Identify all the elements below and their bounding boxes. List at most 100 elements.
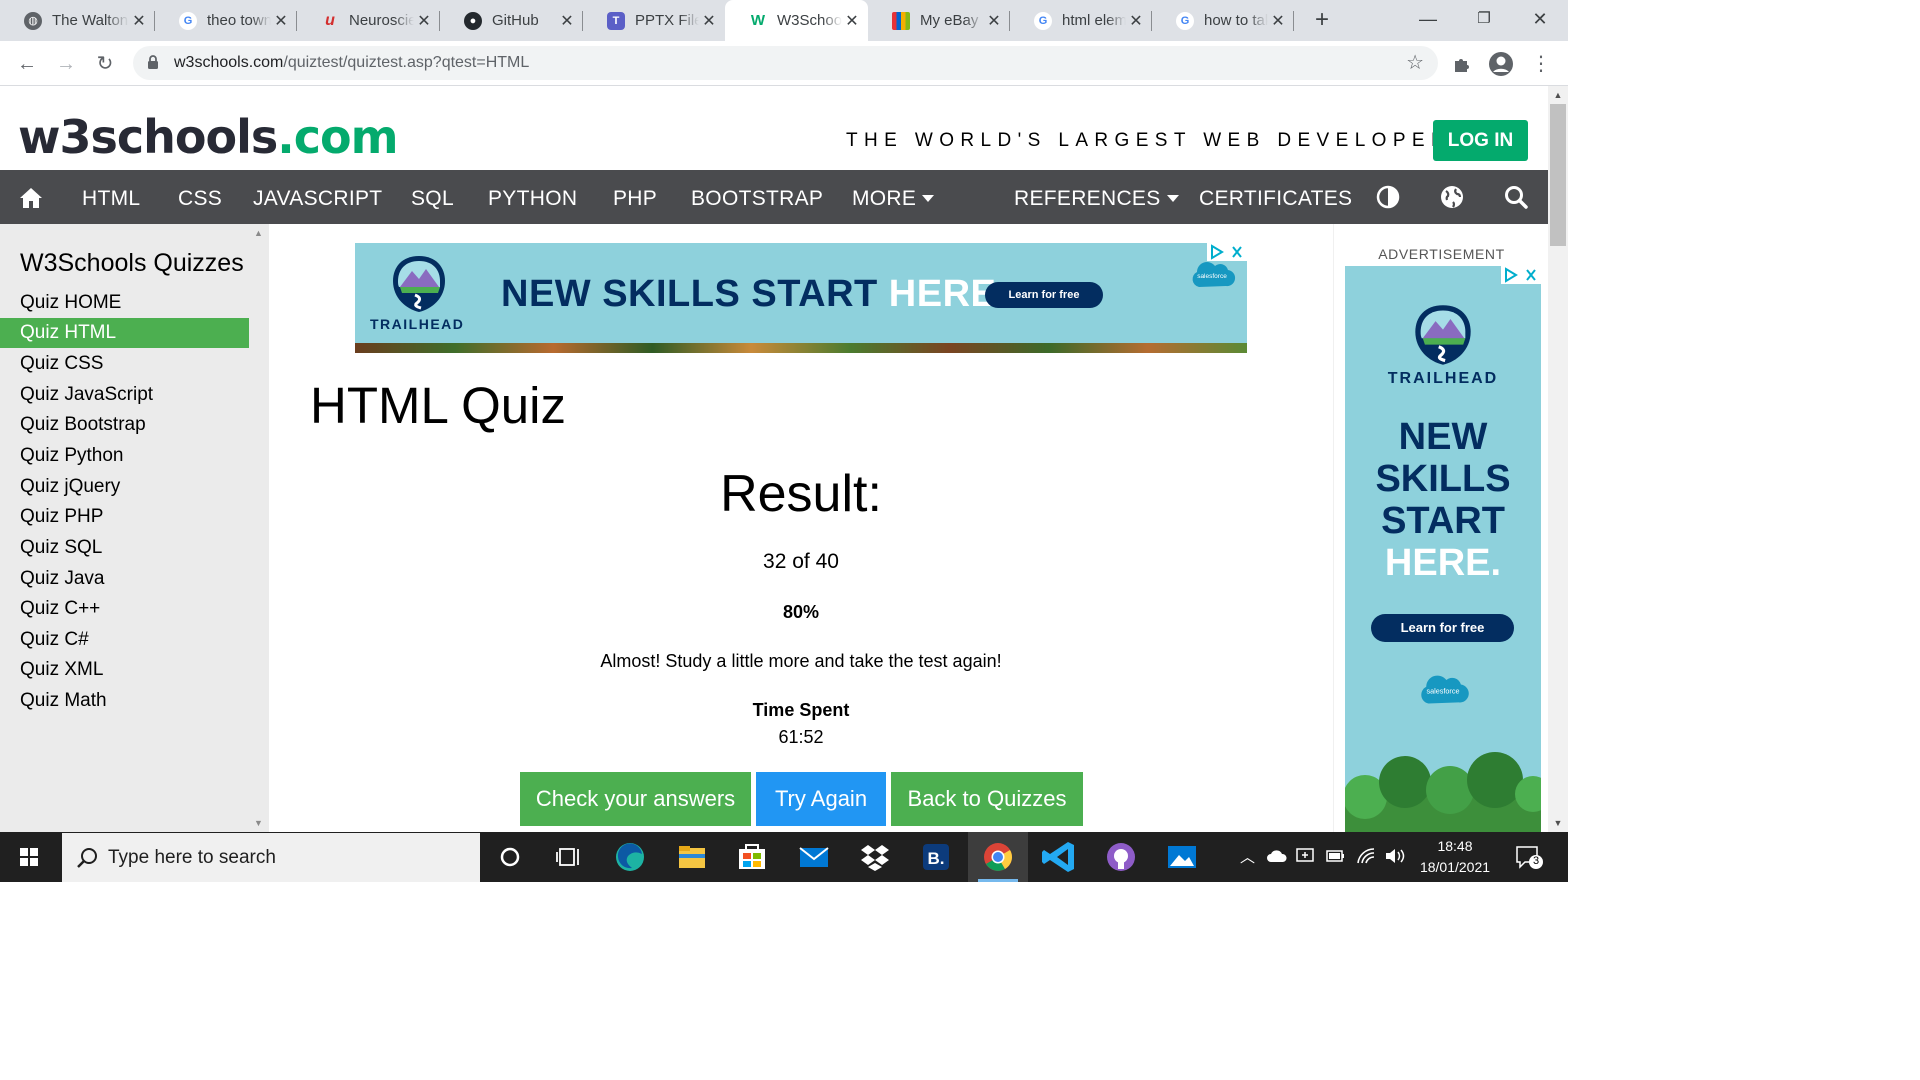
- nav-html[interactable]: HTML: [82, 170, 140, 224]
- tab-close-icon[interactable]: ✕: [129, 11, 149, 31]
- nav-css[interactable]: CSS: [178, 170, 222, 224]
- tab-close-icon[interactable]: ✕: [984, 11, 1004, 31]
- nav-certificates[interactable]: CERTIFICATES: [1199, 170, 1352, 224]
- tab-close-icon[interactable]: ✕: [699, 11, 719, 31]
- scroll-down-icon[interactable]: ▼: [1548, 818, 1568, 828]
- browser-tab[interactable]: ● GitHub ✕: [440, 0, 583, 41]
- page-scrollbar[interactable]: ▲ ▼: [1548, 86, 1568, 832]
- try-again-button[interactable]: Try Again: [756, 772, 886, 826]
- search-icon[interactable]: [1503, 184, 1529, 210]
- photos-icon[interactable]: [1152, 832, 1212, 882]
- nav-javascript[interactable]: JAVASCRIPT: [253, 170, 382, 224]
- score-percent: 80%: [782, 602, 820, 622]
- browser-tab-active[interactable]: W W3Schools ✕: [725, 0, 868, 41]
- tab-close-icon[interactable]: ✕: [557, 11, 577, 31]
- browser-tab[interactable]: T PPTX File ✕: [583, 0, 725, 41]
- sidebar-item-quiz-javascript[interactable]: Quiz JavaScript: [0, 380, 249, 410]
- tab-close-icon[interactable]: ✕: [842, 11, 862, 31]
- back-to-quizzes-button[interactable]: Back to Quizzes: [891, 772, 1083, 826]
- nav-python[interactable]: PYTHON: [488, 170, 577, 224]
- cortana-icon[interactable]: [480, 832, 540, 882]
- display-settings-icon[interactable]: [1296, 847, 1316, 865]
- scroll-up-icon[interactable]: ▲: [254, 228, 263, 238]
- notification-center-icon[interactable]: 3: [1514, 843, 1544, 871]
- login-button[interactable]: LOG IN: [1433, 120, 1528, 161]
- edge-browser-icon[interactable]: [600, 832, 660, 882]
- github-desktop-icon[interactable]: [1091, 832, 1151, 882]
- scrollbar-thumb[interactable]: [1550, 104, 1566, 246]
- check-answers-button[interactable]: Check your answers: [520, 772, 751, 826]
- extensions-puzzle-icon[interactable]: [1449, 51, 1475, 77]
- ad-choices-icon[interactable]: [1501, 266, 1541, 284]
- w3schools-logo[interactable]: w3schools.com: [18, 110, 399, 164]
- top-banner-ad[interactable]: TRAILHEAD NEW SKILLS START HERE. Learn f…: [355, 243, 1247, 353]
- bookmark-star-icon[interactable]: ☆: [1406, 50, 1424, 75]
- nav-php[interactable]: PHP: [613, 170, 657, 224]
- tab-close-icon[interactable]: ✕: [271, 11, 291, 31]
- sidebar-item-quiz-html[interactable]: Quiz HTML: [0, 318, 249, 348]
- forward-arrow-icon[interactable]: →: [51, 49, 81, 79]
- sidebar-item-quiz-csharp[interactable]: Quiz C#: [0, 625, 249, 655]
- dropbox-icon[interactable]: [845, 832, 905, 882]
- browser-tab[interactable]: ◍ The Walton ✕: [0, 0, 155, 41]
- tab-close-icon[interactable]: ✕: [414, 11, 434, 31]
- dark-mode-toggle-icon[interactable]: [1375, 184, 1401, 210]
- sidebar-item-quiz-php[interactable]: Quiz PHP: [0, 502, 249, 532]
- tab-close-icon[interactable]: ✕: [1126, 11, 1146, 31]
- nav-sql[interactable]: SQL: [411, 170, 454, 224]
- microsoft-store-icon[interactable]: [722, 832, 782, 882]
- show-hidden-icons-icon[interactable]: ︿: [1240, 846, 1255, 867]
- result-message: Almost! Study a little more and take the…: [600, 651, 1002, 671]
- sidebar-item-quiz-math[interactable]: Quiz Math: [0, 686, 249, 716]
- file-explorer-icon[interactable]: [662, 832, 722, 882]
- sidebar-item-quiz-home[interactable]: Quiz HOME: [0, 288, 249, 318]
- sidebar-item-quiz-bootstrap[interactable]: Quiz Bootstrap: [0, 410, 249, 440]
- nav-bootstrap[interactable]: BOOTSTRAP: [691, 170, 823, 224]
- side-banner-ad[interactable]: TRAILHEAD NEW SKILLS START HERE. Learn f…: [1345, 266, 1541, 832]
- nav-references[interactable]: REFERENCES: [1014, 170, 1179, 224]
- reload-icon[interactable]: ↻: [90, 49, 120, 79]
- vscode-icon[interactable]: [1030, 832, 1090, 882]
- back-arrow-icon[interactable]: ←: [12, 49, 42, 79]
- minimize-icon[interactable]: —: [1400, 4, 1456, 34]
- sidebar-item-quiz-cpp[interactable]: Quiz C++: [0, 594, 249, 624]
- mail-icon[interactable]: [784, 832, 844, 882]
- onedrive-cloud-icon[interactable]: [1266, 848, 1288, 864]
- nav-more[interactable]: MORE: [852, 170, 935, 224]
- restore-icon[interactable]: ❐: [1456, 4, 1512, 34]
- window-close-icon[interactable]: ✕: [1512, 4, 1568, 34]
- scroll-up-icon[interactable]: ▲: [1548, 90, 1568, 100]
- booking-app-icon[interactable]: B.: [906, 832, 966, 882]
- tab-close-icon[interactable]: ✕: [1268, 11, 1288, 31]
- profile-avatar-icon[interactable]: [1488, 51, 1514, 77]
- ad-choices-icon[interactable]: [1207, 243, 1247, 261]
- sidebar-item-quiz-sql[interactable]: Quiz SQL: [0, 533, 249, 563]
- browser-tab[interactable]: G theo town ✕: [155, 0, 297, 41]
- result-heading: Result:: [720, 465, 882, 523]
- browser-tab[interactable]: My eBay ✕: [868, 0, 1010, 41]
- windows-start-icon[interactable]: [0, 832, 58, 882]
- sidebar-item-quiz-python[interactable]: Quiz Python: [0, 441, 249, 471]
- ad-cta-button[interactable]: Learn for free: [985, 282, 1103, 308]
- sidebar-item-quiz-java[interactable]: Quiz Java: [0, 564, 249, 594]
- sidebar-item-quiz-css[interactable]: Quiz CSS: [0, 349, 249, 379]
- chrome-menu-icon[interactable]: ⋮: [1528, 51, 1554, 77]
- globe-language-icon[interactable]: [1439, 184, 1465, 210]
- wifi-icon[interactable]: [1356, 847, 1376, 865]
- volume-icon[interactable]: [1384, 847, 1406, 865]
- taskbar-search-input[interactable]: Type here to search: [62, 833, 480, 882]
- system-clock[interactable]: 18:48 18/01/2021: [1412, 836, 1498, 878]
- browser-tab[interactable]: G html elements ✕: [1010, 0, 1152, 41]
- address-bar[interactable]: w3schools.com/quiztest/quiztest.asp?qtes…: [133, 46, 1438, 80]
- sidebar-item-quiz-xml[interactable]: Quiz XML: [0, 655, 249, 685]
- scroll-down-icon[interactable]: ▼: [254, 818, 263, 828]
- task-view-icon[interactable]: [540, 832, 600, 882]
- browser-tab[interactable]: u Neuroscience ✕: [297, 0, 440, 41]
- ad-cta-button[interactable]: Learn for free: [1371, 614, 1514, 642]
- sidebar-item-quiz-jquery[interactable]: Quiz jQuery: [0, 472, 249, 502]
- battery-icon[interactable]: [1326, 849, 1346, 863]
- chrome-taskbar-icon[interactable]: [968, 832, 1028, 882]
- browser-tab[interactable]: G how to take ✕: [1152, 0, 1294, 41]
- new-tab-button[interactable]: +: [1308, 8, 1336, 34]
- home-icon[interactable]: [18, 185, 44, 211]
